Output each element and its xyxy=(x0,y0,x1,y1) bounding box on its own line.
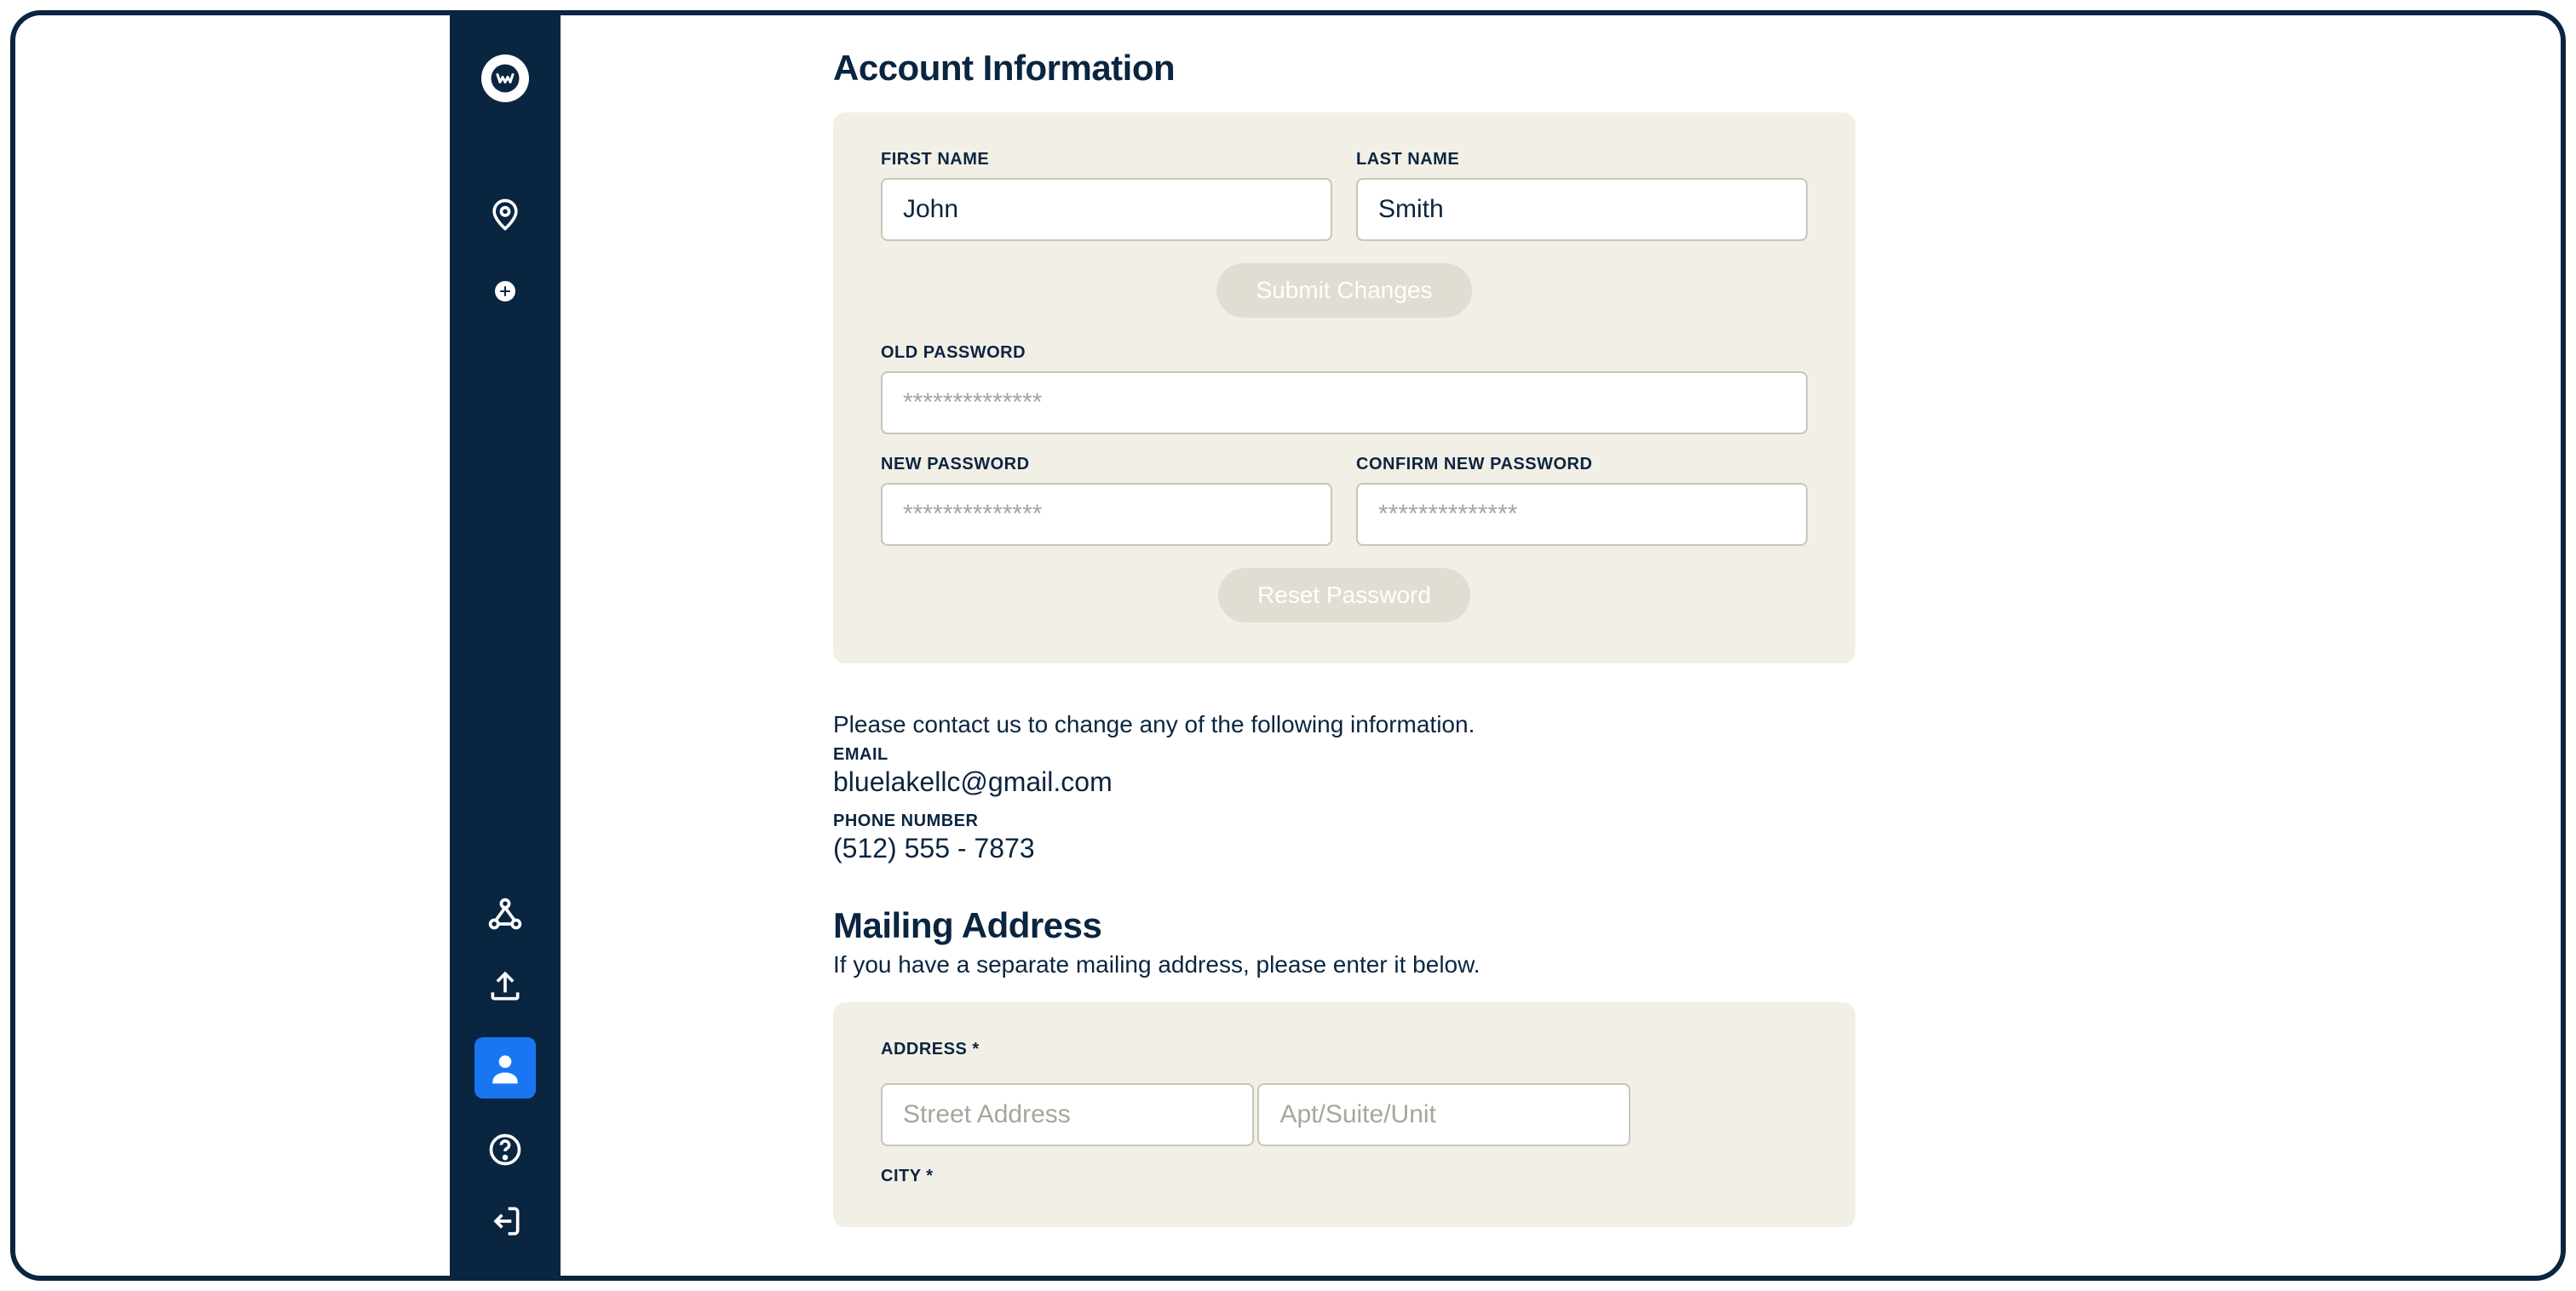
new-password-field: NEW PASSWORD xyxy=(881,455,1332,546)
add-icon[interactable] xyxy=(495,281,515,301)
last-name-field: LAST NAME xyxy=(1356,150,1808,241)
first-name-input[interactable] xyxy=(881,178,1332,241)
account-info-card: FIRST NAME LAST NAME Submit Changes OLD … xyxy=(833,112,1855,663)
address-field: ADDRESS * xyxy=(881,1040,1808,1146)
email-label: EMAIL xyxy=(833,745,2288,765)
new-password-input[interactable] xyxy=(881,483,1332,546)
mailing-subtitle: If you have a separate mailing address, … xyxy=(833,951,2288,978)
sidebar-bottom xyxy=(474,894,536,1242)
confirm-password-input[interactable] xyxy=(1356,483,1808,546)
address-label: ADDRESS * xyxy=(881,1040,1808,1059)
address-inputs xyxy=(881,1068,1808,1146)
left-gutter xyxy=(15,15,450,1276)
old-password-label: OLD PASSWORD xyxy=(881,343,1808,363)
sidebar xyxy=(450,15,561,1276)
email-value: bluelakellc@gmail.com xyxy=(833,766,2288,798)
location-pin-icon[interactable] xyxy=(486,196,524,233)
mailing-card: ADDRESS * CITY * xyxy=(833,1002,1855,1227)
submit-row: Submit Changes xyxy=(881,263,1808,318)
confirm-password-field: CONFIRM NEW PASSWORD xyxy=(1356,455,1808,546)
first-name-field: FIRST NAME xyxy=(881,150,1332,241)
new-password-row: NEW PASSWORD CONFIRM NEW PASSWORD xyxy=(881,455,1808,546)
apt-input[interactable] xyxy=(1257,1083,1630,1146)
last-name-input[interactable] xyxy=(1356,178,1808,241)
upload-icon[interactable] xyxy=(485,966,526,1007)
logo-icon[interactable] xyxy=(481,55,529,102)
city-label: CITY * xyxy=(881,1167,934,1185)
new-password-label: NEW PASSWORD xyxy=(881,455,1332,474)
contact-note: Please contact us to change any of the f… xyxy=(833,711,2288,738)
share-nodes-icon[interactable] xyxy=(485,894,526,935)
old-password-field: OLD PASSWORD xyxy=(881,343,1808,434)
confirm-password-label: CONFIRM NEW PASSWORD xyxy=(1356,455,1808,474)
submit-changes-button[interactable]: Submit Changes xyxy=(1216,263,1471,318)
last-name-label: LAST NAME xyxy=(1356,150,1808,169)
main-content: Account Information FIRST NAME LAST NAME… xyxy=(561,15,2561,1276)
reset-password-button[interactable]: Reset Password xyxy=(1218,568,1470,623)
old-password-input[interactable] xyxy=(881,371,1808,434)
sidebar-top xyxy=(481,55,529,301)
mailing-title: Mailing Address xyxy=(833,905,2288,946)
street-address-input[interactable] xyxy=(881,1083,1254,1146)
phone-value: (512) 555 - 7873 xyxy=(833,833,2288,864)
page-title: Account Information xyxy=(833,48,2288,89)
reset-row: Reset Password xyxy=(881,568,1808,623)
help-icon[interactable] xyxy=(485,1129,526,1170)
phone-label: PHONE NUMBER xyxy=(833,812,2288,831)
logout-icon[interactable] xyxy=(485,1201,526,1242)
app-frame: Account Information FIRST NAME LAST NAME… xyxy=(10,10,2566,1281)
profile-icon[interactable] xyxy=(474,1037,536,1099)
name-row: FIRST NAME LAST NAME xyxy=(881,150,1808,241)
first-name-label: FIRST NAME xyxy=(881,150,1332,169)
